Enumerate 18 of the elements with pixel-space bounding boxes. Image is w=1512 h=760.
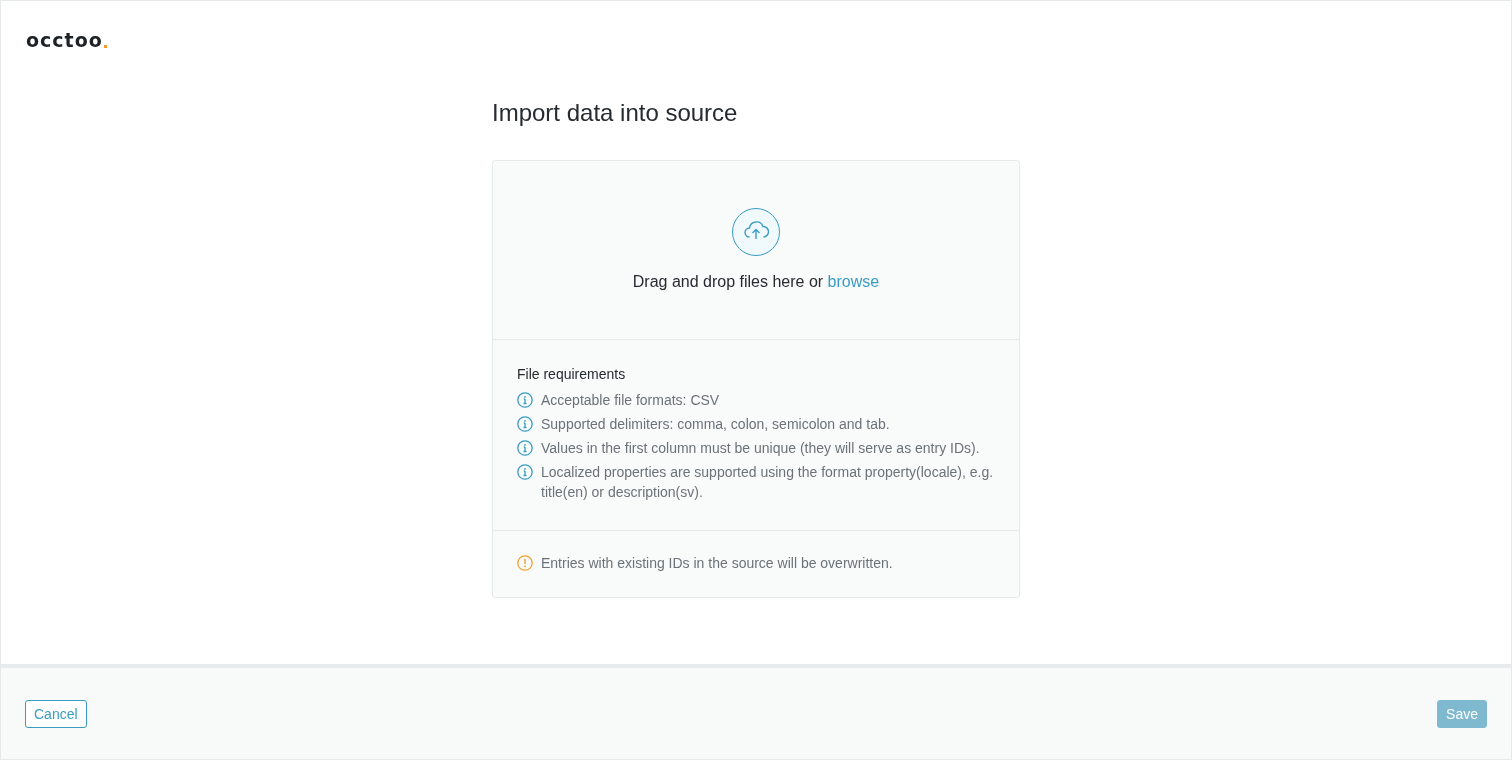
requirement-text: Values in the first column must be unique (they will serve as entry IDs).	[541, 439, 980, 458]
browse-link[interactable]: browse	[827, 273, 880, 290]
logo: occtoo	[26, 29, 107, 51]
requirement-text: Acceptable file formats: CSV	[541, 391, 720, 410]
cloud-upload-icon	[732, 208, 780, 256]
drop-instruction: Drag and drop files here or browse	[632, 273, 880, 291]
info-icon	[517, 464, 533, 480]
page-title: Import data into source	[492, 99, 739, 127]
drop-zone[interactable]: Drag and drop files here or browse	[493, 161, 1019, 340]
requirement-text: Supported delimiters: comma, colon, semicolon and tab.	[541, 415, 890, 434]
info-icon	[517, 440, 533, 456]
requirement-text: Localized properties are supported using the format property(locale), e.g. title(en) or description(sv).	[541, 463, 995, 502]
warning-icon	[517, 555, 533, 571]
cancel-button[interactable]: Cancel	[25, 699, 87, 728]
notice-text: Entries with existing IDs in the source will be overwritten.	[541, 554, 893, 573]
info-icon	[517, 416, 533, 432]
info-icon	[517, 392, 533, 408]
requirements-heading: File requirements	[517, 366, 627, 382]
